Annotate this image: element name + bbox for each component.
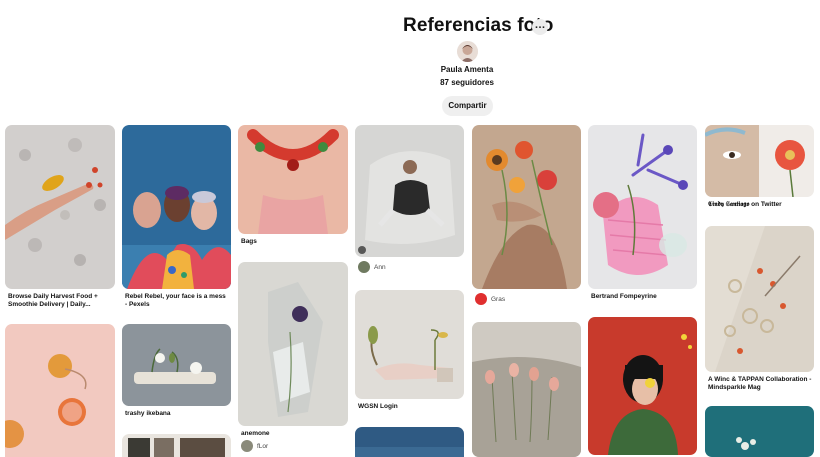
pin-author[interactable]: Ann [358,261,386,273]
pin-title[interactable]: 𝕮𝖎𝖓𝖉𝖞 𝕾𝖆𝖓𝖙𝖎𝖆𝖌𝖔 on Twitter [708,201,812,209]
pin-image[interactable] [122,324,231,406]
pin-title[interactable]: Rebel Rebel, your face is a mess - Pexel… [125,293,229,309]
pin-title[interactable]: WGSN Login [358,403,462,411]
pin-title[interactable]: trashy ikebana [125,410,229,418]
pin-image[interactable] [238,262,348,426]
followers-count: 87 seguidores [440,78,494,87]
pin-image[interactable] [472,322,581,457]
pin-author[interactable]: Gras [475,293,505,305]
pin-image[interactable] [705,125,814,197]
pin-image[interactable] [588,317,697,455]
pin-author[interactable]: fLor [241,440,268,452]
pin-image[interactable] [355,427,464,457]
video-indicator-icon [358,246,366,254]
pin-image[interactable] [355,125,464,257]
pin-title[interactable]: Browse Daily Harvest Food + Smoothie Del… [8,293,112,309]
pin-image[interactable] [122,125,231,289]
author-avatar [475,293,487,305]
pin-image[interactable] [5,324,115,457]
owner-name[interactable]: Paula Amenta [380,65,554,74]
owner-avatar[interactable] [457,41,478,62]
author-avatar [358,261,370,273]
pin-image[interactable] [5,125,115,289]
pin-image[interactable] [122,434,231,457]
more-options-button[interactable]: … [532,19,548,35]
pin-title[interactable]: Bags [241,238,345,246]
pin-title[interactable]: anemone [241,430,345,438]
board-header: Referencias foto … Paula Amenta 87 segui… [0,0,820,120]
pin-image[interactable] [705,226,814,372]
author-avatar [241,440,253,452]
pin-image[interactable] [355,290,464,399]
board-title: Referencias foto [403,15,554,36]
pin-image[interactable] [472,125,581,289]
author-name: Ann [374,263,386,271]
author-name: Gras [491,295,506,303]
pin-image[interactable] [705,406,814,457]
author-name: fLor [257,442,269,450]
pin-image[interactable] [588,125,697,289]
pin-title[interactable]: A Winc & TAPPAN Collaboration - Mindspar… [708,376,812,392]
pin-title[interactable]: Bertrand Fompeyrine [591,293,695,301]
share-button[interactable]: Compartir [442,96,493,116]
pin-image[interactable] [238,125,348,234]
